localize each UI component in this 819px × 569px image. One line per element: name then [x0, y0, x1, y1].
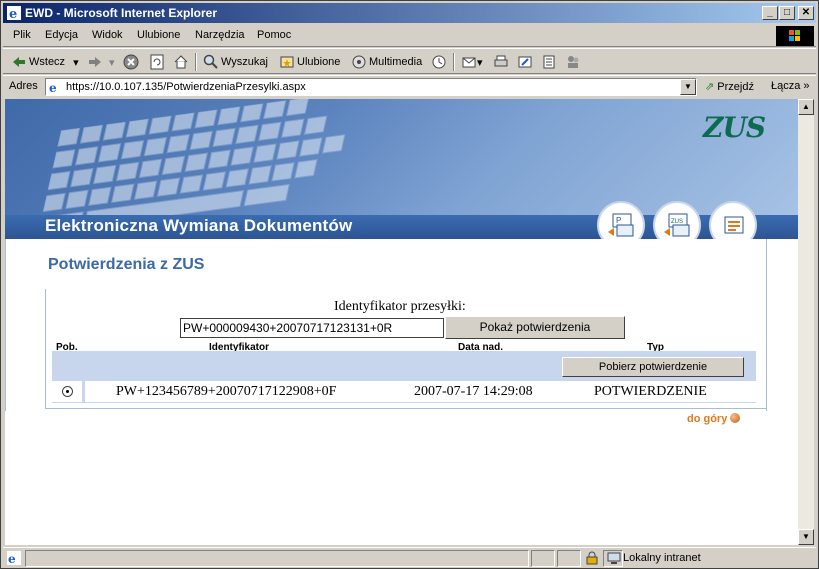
home-icon[interactable]: [173, 53, 189, 71]
address-url: https://10.0.107.135/PotwierdzeniaPrzesy…: [66, 81, 306, 93]
to-top-label: do góry: [687, 413, 728, 425]
search-label: Wyszukaj: [221, 56, 268, 68]
menu-tools[interactable]: Narzędzia: [195, 29, 245, 41]
browser-window: e EWD - Microsoft Internet Explorer _ □ …: [0, 0, 819, 569]
to-top-link[interactable]: do góry: [687, 413, 741, 425]
search-icon: [203, 54, 218, 69]
scroll-down-icon[interactable]: ▼: [798, 529, 814, 545]
download-confirmation-button[interactable]: Pobierz potwierdzenie: [562, 357, 744, 377]
menu-edit[interactable]: Edycja: [45, 29, 78, 41]
menu-favorites[interactable]: Ulubione: [137, 29, 180, 41]
back-dropdown-icon[interactable]: ▾: [73, 56, 79, 69]
row-identifier: PW+123456789+20070717122908+0F: [116, 384, 337, 399]
go-button[interactable]: ⇗ Przejdź: [705, 80, 754, 93]
status-pane-1: [531, 550, 555, 567]
title-bar: e EWD - Microsoft Internet Explorer _ □ …: [3, 3, 816, 23]
svg-text:P: P: [616, 216, 621, 225]
svg-text:e: e: [9, 7, 17, 21]
mail-dropdown-icon[interactable]: ▾: [477, 53, 483, 71]
to-top-bullet-icon: [730, 413, 741, 423]
confirmation-icon: [724, 216, 744, 234]
table-row[interactable]: PW+123456789+20070717122908+0F 2007-07-1…: [52, 381, 756, 403]
stop-icon[interactable]: [123, 53, 139, 71]
address-dropdown-icon[interactable]: ▼: [680, 79, 696, 95]
address-input[interactable]: e https://10.0.107.135/PotwierdzeniaPrze…: [45, 78, 697, 96]
svg-text:e: e: [8, 552, 16, 565]
toolbar: Wstecz ▾ ▾ Wyszukaj Ulubione Multimedia …: [3, 48, 816, 74]
mail-icon[interactable]: [461, 53, 477, 71]
media-label: Multimedia: [369, 56, 423, 68]
identifier-input[interactable]: PW+000009430+20070717123131+0R: [180, 318, 444, 338]
page-title: Potwierdzenia z ZUS: [48, 256, 205, 273]
zus-document-icon: ZUS: [664, 213, 690, 237]
refresh-icon[interactable]: [149, 53, 165, 71]
page-status-icon: e: [7, 551, 21, 565]
lock-icon: [586, 551, 598, 565]
address-label: Adres: [9, 80, 38, 92]
svg-text:ZUS: ZUS: [671, 219, 683, 225]
windows-flag-icon: [789, 30, 800, 41]
send-document-icon: P: [608, 213, 634, 237]
forward-button[interactable]: ▾: [87, 53, 115, 71]
status-pane-2: [557, 550, 581, 567]
media-icon: [352, 55, 366, 69]
row-date: 2007-07-17 14:29:08: [414, 384, 533, 399]
back-label: Wstecz: [29, 56, 66, 68]
go-label: Przejdź: [717, 81, 754, 93]
menu-help[interactable]: Pomoc: [257, 29, 291, 41]
svg-text:e: e: [49, 81, 57, 94]
messenger-icon[interactable]: [565, 53, 581, 71]
forward-dropdown-icon[interactable]: ▾: [109, 56, 115, 69]
menu-bar: Plik Edycja Widok Ulubione Narzędzia Pom…: [3, 25, 816, 47]
discuss-icon[interactable]: [541, 53, 557, 71]
page-icon: e: [48, 80, 62, 94]
page-content: Elektroniczna Wymiana Dokumentów ZUS P Z…: [5, 99, 798, 545]
links-button[interactable]: Łącza »: [771, 80, 810, 92]
zone-label: Lokalny intranet: [623, 552, 701, 564]
address-bar: Adres e https://10.0.107.135/Potwierdzen…: [3, 75, 816, 97]
menu-file[interactable]: Plik: [13, 29, 31, 41]
app-title: Elektroniczna Wymiana Dokumentów: [45, 216, 353, 235]
back-arrow-icon: [13, 57, 25, 67]
edit-icon[interactable]: [517, 53, 533, 71]
intranet-icon: [607, 552, 621, 564]
ie-logo-icon: e: [7, 6, 21, 21]
go-arrow-icon: ⇗: [705, 81, 715, 93]
media-button[interactable]: Multimedia: [351, 53, 422, 71]
zus-logo: ZUS: [703, 111, 766, 144]
identifier-label: Identyfikator przesyłki:: [334, 299, 466, 314]
vertical-scrollbar[interactable]: ▲ ▼: [798, 99, 814, 545]
minimize-button[interactable]: _: [762, 6, 778, 20]
chevron-right-icon: »: [803, 80, 810, 92]
windows-logo: [776, 26, 814, 46]
menu-view[interactable]: Widok: [92, 29, 123, 41]
back-button[interactable]: Wstecz ▾: [11, 53, 79, 71]
row-type: POTWIERDZENIE: [594, 384, 707, 399]
window-title: EWD - Microsoft Internet Explorer: [25, 6, 218, 20]
forward-arrow-icon: [89, 57, 101, 67]
links-label: Łącza: [771, 80, 801, 92]
maximize-button[interactable]: □: [779, 6, 795, 20]
print-icon[interactable]: [493, 53, 509, 71]
show-confirmations-button[interactable]: Pokaż potwierdzenia: [445, 316, 625, 339]
favorites-button[interactable]: Ulubione: [279, 53, 340, 71]
status-message-pane: [25, 550, 529, 567]
row-select-radio[interactable]: [62, 386, 73, 397]
search-button[interactable]: Wyszukaj: [203, 53, 268, 71]
status-bar: e Lokalny intranet: [3, 547, 816, 567]
close-button[interactable]: ✕: [798, 6, 814, 20]
favorites-label: Ulubione: [297, 56, 341, 68]
favorites-icon: [280, 56, 294, 68]
history-icon[interactable]: [431, 53, 447, 71]
scroll-up-icon[interactable]: ▲: [798, 99, 814, 115]
